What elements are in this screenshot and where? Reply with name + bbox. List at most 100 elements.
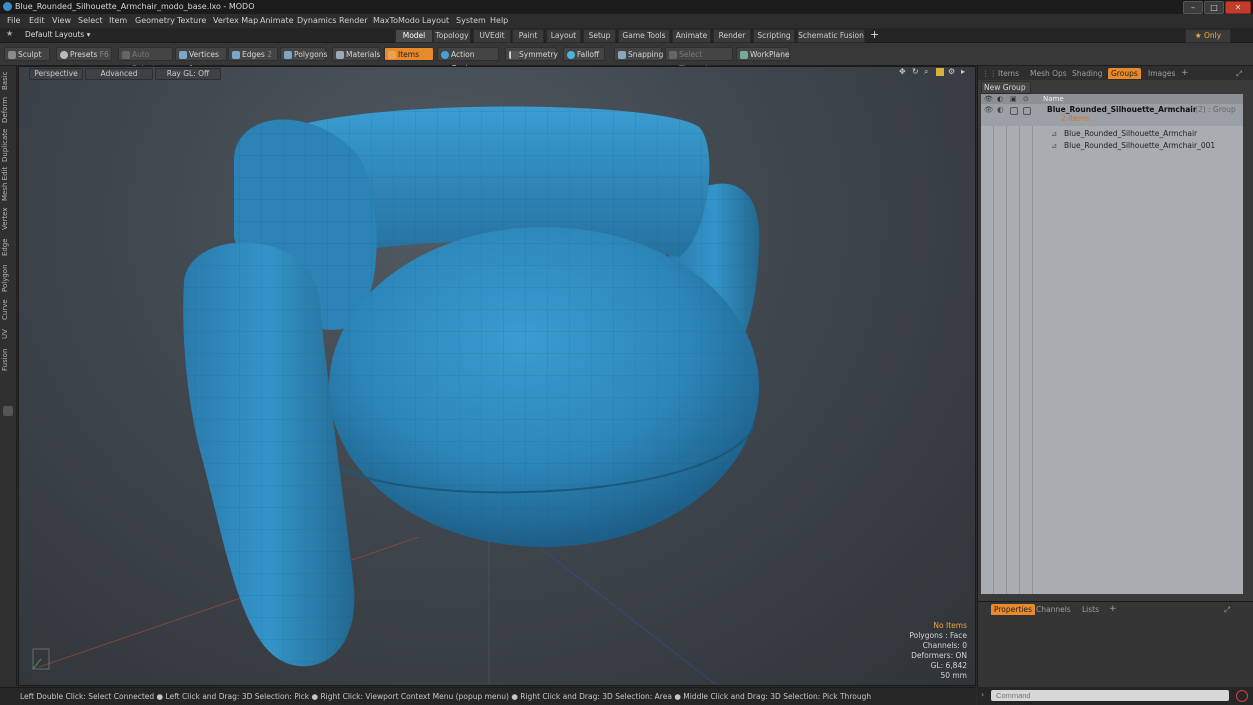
tab-render[interactable]: Render	[713, 29, 751, 43]
tab-topology[interactable]: Topology	[433, 29, 471, 43]
3d-viewport[interactable]: Perspective Advanced Ray GL: Off ✥ ↻ ⌕ ⚙…	[18, 66, 976, 686]
action-center-button[interactable]: Action Center	[437, 47, 499, 73]
menu-system[interactable]: System	[456, 14, 486, 28]
menu-maxtomodo[interactable]: MaxToModo	[373, 14, 420, 28]
tab-fusion[interactable]: Fusion	[1, 346, 15, 374]
menu-dynamics[interactable]: Dynamics	[297, 14, 336, 28]
workplane-button[interactable]: WorkPlane	[736, 47, 790, 61]
tool-toggle-icon[interactable]	[3, 406, 13, 416]
snapping-icon	[618, 51, 626, 59]
vertices-icon	[179, 51, 187, 59]
expand-panel-icon[interactable]: ⤢	[1236, 68, 1242, 79]
tab-items[interactable]: Items	[998, 68, 1019, 79]
tab-uvedit[interactable]: UVEdit	[473, 29, 511, 43]
tab-layout[interactable]: Layout	[546, 29, 581, 43]
auto-select-button[interactable]: Auto Select	[118, 47, 173, 73]
close-button[interactable]: ✕	[1225, 1, 1251, 14]
add-layout-button[interactable]: +	[870, 28, 879, 41]
tab-polygon[interactable]: Polygon	[1, 262, 15, 294]
armchair-model[interactable]	[19, 67, 976, 686]
tab-mesh-edit[interactable]: Mesh Edit	[1, 166, 15, 202]
items-button[interactable]: Items	[384, 47, 434, 61]
polygons-button[interactable]: Polygons	[280, 47, 327, 61]
menu-layout[interactable]: Layout	[422, 14, 449, 28]
add-tab-button[interactable]: +	[1109, 604, 1117, 615]
menu-item[interactable]: Item	[109, 14, 127, 28]
expand-panel-icon[interactable]: ⤢	[1224, 604, 1230, 615]
menu-vertex-map[interactable]: Vertex Map	[213, 14, 258, 28]
tab-model[interactable]: Model	[395, 29, 433, 43]
edges-label: Edges	[242, 50, 265, 59]
tab-uv[interactable]: UV	[1, 326, 15, 342]
default-layouts-dropdown[interactable]: Default Layouts ▾	[25, 30, 90, 39]
tab-animate[interactable]: Animate	[672, 29, 711, 43]
group-row[interactable]: 👁 ◐ Blue_Rounded_Silhouette_Armchair (2)…	[981, 104, 1243, 126]
tab-groups[interactable]: Groups	[1108, 68, 1141, 79]
tab-game-tools[interactable]: Game Tools	[618, 29, 670, 43]
maximize-button[interactable]: □	[1204, 1, 1224, 14]
vertices-button[interactable]: Vertices 1	[175, 47, 227, 73]
menu-render[interactable]: Render	[339, 14, 367, 28]
tab-edge[interactable]: Edge	[1, 236, 15, 258]
group-child-row[interactable]: ⊿ Blue_Rounded_Silhouette_Armchair	[981, 128, 1243, 140]
lock-toggle-icon[interactable]	[1010, 107, 1018, 115]
menu-file[interactable]: File	[7, 14, 20, 28]
panel-grip-icon[interactable]: ⋮⋮	[982, 68, 997, 79]
info-polygons: Polygons : Face	[909, 631, 967, 640]
tab-images[interactable]: Images	[1148, 68, 1175, 79]
edges-icon	[232, 51, 240, 59]
column-divider	[981, 104, 994, 594]
star-icon[interactable]: ★	[6, 29, 13, 38]
menu-select[interactable]: Select	[78, 14, 103, 28]
record-macro-icon[interactable]	[1236, 690, 1248, 702]
menu-animate[interactable]: Animate	[260, 14, 294, 28]
menu-help[interactable]: Help	[490, 14, 508, 28]
menu-edit[interactable]: Edit	[29, 14, 45, 28]
group-child-row[interactable]: ⊿ Blue_Rounded_Silhouette_Armchair_001	[981, 140, 1243, 152]
menu-view[interactable]: View	[52, 14, 71, 28]
command-input[interactable]	[991, 690, 1229, 701]
render-toggle-icon[interactable]: ◐	[997, 104, 1004, 116]
select-column-icon[interactable]: ⊙	[1023, 94, 1029, 104]
only-toggle[interactable]: ★ Only	[1185, 29, 1231, 43]
tab-setup[interactable]: Setup	[583, 29, 616, 43]
name-column-header[interactable]: Name	[1043, 94, 1064, 104]
tab-paint[interactable]: Paint	[512, 29, 544, 43]
tab-deform[interactable]: Deform	[1, 96, 15, 124]
render-column-icon[interactable]: ◐	[997, 94, 1003, 104]
new-group-button[interactable]: New Group	[981, 81, 1031, 94]
tab-curve[interactable]: Curve	[1, 298, 15, 322]
mesh-icon: ⊿	[1051, 129, 1058, 138]
add-tab-button[interactable]: +	[1181, 68, 1189, 79]
minimize-button[interactable]: –	[1183, 1, 1203, 14]
visibility-column-icon[interactable]: 👁	[984, 94, 993, 104]
tab-properties[interactable]: Properties	[991, 604, 1035, 615]
presets-button[interactable]: Presets F6	[56, 47, 112, 61]
falloff-button[interactable]: Falloff	[563, 47, 605, 61]
snapping-label: Snapping	[628, 50, 664, 59]
tab-schematic-fusion[interactable]: Schematic Fusion	[797, 29, 865, 43]
menu-bar: File Edit View Select Item Geometry Text…	[0, 14, 1253, 28]
sculpt-button[interactable]: Sculpt	[4, 47, 50, 61]
tab-duplicate[interactable]: Duplicate	[1, 128, 15, 162]
tab-lists[interactable]: Lists	[1082, 604, 1099, 615]
snapping-button[interactable]: Snapping	[614, 47, 664, 61]
properties-panel: Properties Channels Lists + ⤢	[977, 601, 1253, 688]
tab-shading[interactable]: Shading	[1072, 68, 1102, 79]
groups-list-header: 👁 ◐ ▣ ⊙ Name	[981, 94, 1243, 104]
tab-mesh-ops[interactable]: Mesh Ops	[1030, 68, 1067, 79]
tab-scripting[interactable]: Scripting	[753, 29, 795, 43]
tab-channels[interactable]: Channels	[1036, 604, 1071, 615]
tab-basic[interactable]: Basic	[1, 70, 15, 92]
menu-geometry[interactable]: Geometry	[135, 14, 175, 28]
symmetry-button[interactable]: Symmetry	[505, 47, 558, 61]
eye-icon[interactable]: 👁	[984, 104, 994, 116]
select-toggle-icon[interactable]	[1023, 107, 1031, 115]
lock-column-icon[interactable]: ▣	[1010, 94, 1017, 104]
z-axis-line	[538, 546, 718, 685]
tab-vertex[interactable]: Vertex	[1, 206, 15, 232]
edges-button[interactable]: Edges 2	[228, 47, 278, 61]
materials-button[interactable]: Materials	[332, 47, 380, 61]
select-through-button[interactable]: Select Through	[665, 47, 733, 73]
menu-texture[interactable]: Texture	[177, 14, 206, 28]
